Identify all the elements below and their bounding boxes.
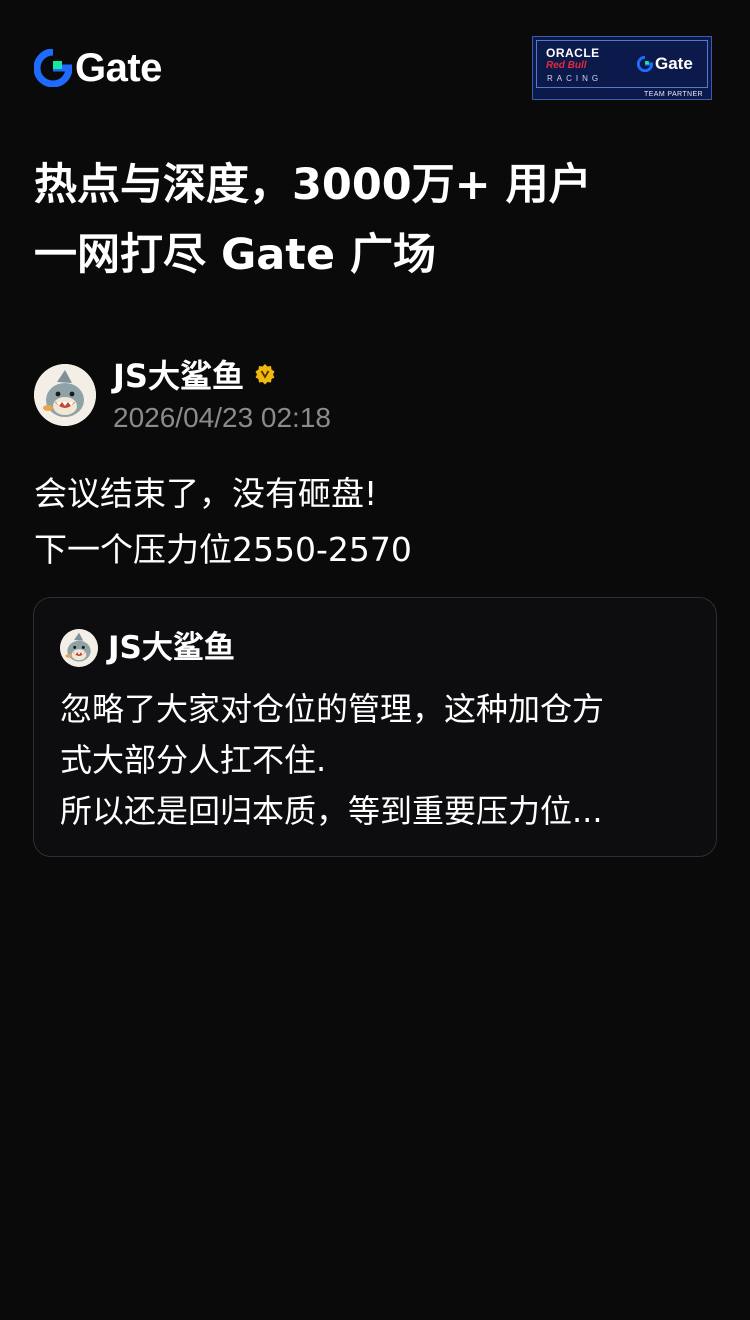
quoted-post-text: 忽略了大家对仓位的管理，这种加仓方 式大部分人扛不住. 所以还是回归本质，等到重… bbox=[60, 684, 694, 837]
gate-logo-icon bbox=[33, 48, 73, 88]
partner-gate-icon bbox=[637, 56, 653, 72]
team-partner-badge: ORACLE Red Bull RACING Gate TEAM PARTNER bbox=[532, 36, 712, 100]
shark-avatar-icon bbox=[60, 629, 98, 667]
partner-oracle-text: ORACLE bbox=[546, 46, 600, 60]
author-row: JS大鲨鱼 bbox=[113, 352, 276, 396]
partner-racing-text: RACING bbox=[547, 74, 603, 83]
post-body-line-2: 下一个压力位2550-2570 bbox=[34, 530, 412, 569]
post-timestamp: 2026/04/23 02:18 bbox=[113, 402, 331, 433]
partner-gate-text: Gate bbox=[655, 54, 693, 73]
quoted-text-line-2: 式大部分人扛不住. bbox=[60, 741, 327, 779]
headline-line-1: 热点与深度，3000万+ 用户 bbox=[34, 160, 592, 210]
gate-logo-text: Gate bbox=[75, 46, 162, 90]
partner-redbull-text: Red Bull bbox=[546, 60, 587, 71]
quoted-text-line-3: 所以还是回归本质，等到重要压力位... bbox=[60, 792, 603, 830]
post-body[interactable]: 会议结束了，没有砸盘! 下一个压力位2550-2570 bbox=[34, 466, 724, 578]
headline-line-2: 一网打尽 Gate 广场 bbox=[34, 230, 436, 280]
partner-gate-logo: Gate bbox=[637, 54, 693, 74]
page-headline: 热点与深度，3000万+ 用户 一网打尽 Gate 广场 bbox=[34, 150, 724, 290]
shark-avatar-icon bbox=[34, 364, 96, 426]
quoted-post-card[interactable]: JS大鲨鱼 忽略了大家对仓位的管理，这种加仓方 式大部分人扛不住. 所以还是回归… bbox=[33, 597, 717, 857]
post-body-line-1: 会议结束了，没有砸盘! bbox=[34, 474, 378, 513]
author-avatar[interactable] bbox=[34, 364, 96, 426]
quoted-author-avatar bbox=[60, 629, 98, 667]
author-name[interactable]: JS大鲨鱼 bbox=[113, 351, 244, 397]
verified-badge-icon bbox=[254, 363, 276, 385]
partner-footer-text: TEAM PARTNER bbox=[644, 91, 703, 98]
quoted-author-name: JS大鲨鱼 bbox=[108, 630, 235, 666]
quoted-text-line-1: 忽略了大家对仓位的管理，这种加仓方 bbox=[60, 690, 605, 728]
gate-logo[interactable]: Gate bbox=[33, 46, 162, 90]
